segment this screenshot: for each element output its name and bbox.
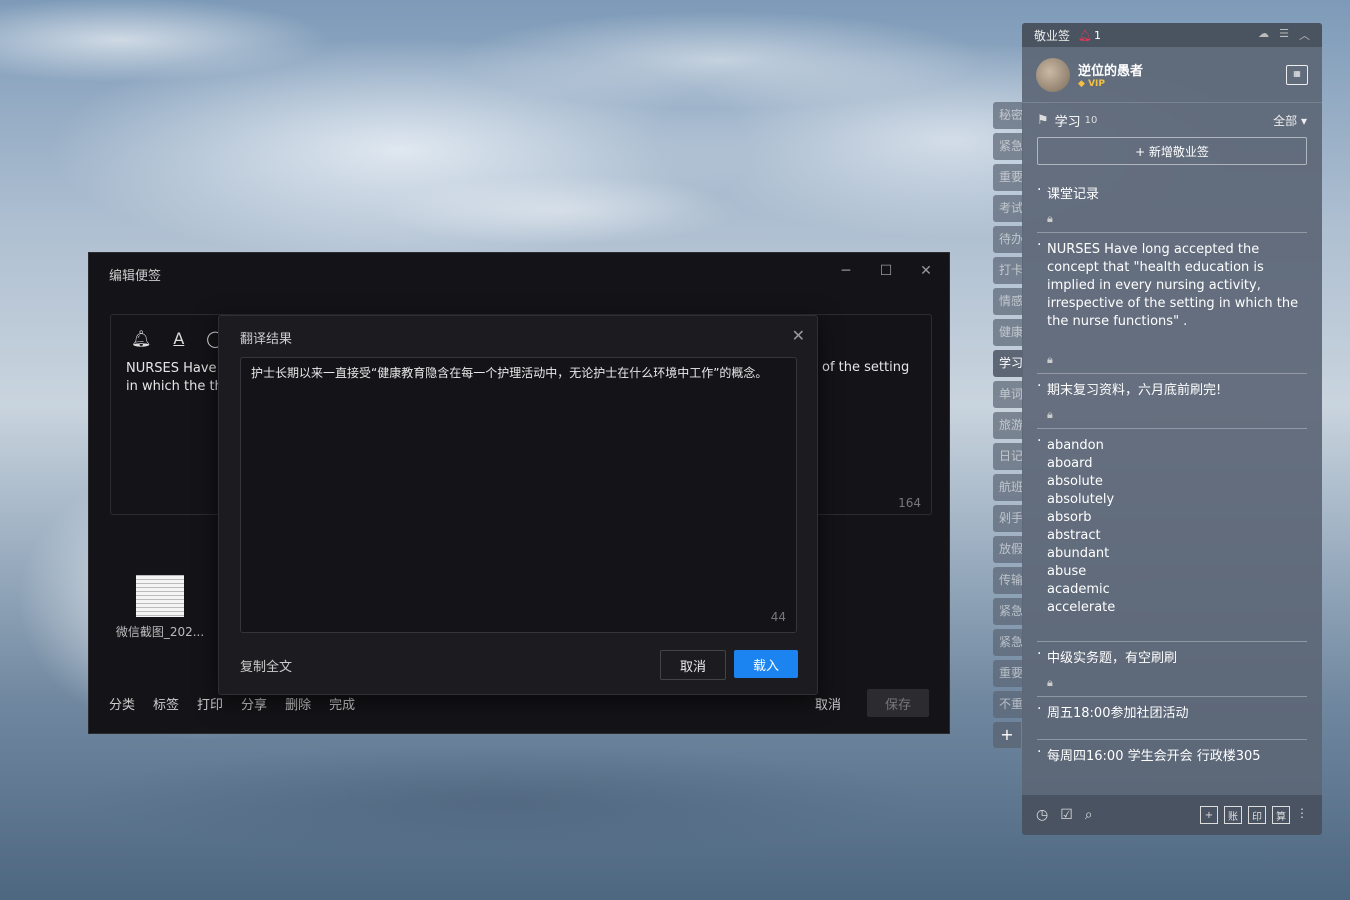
collapse-icon[interactable]: ︿ — [1299, 27, 1310, 43]
tab-category[interactable]: 不重 — [993, 691, 1023, 718]
tab-category[interactable]: 剁手 — [993, 505, 1023, 532]
close-icon[interactable]: ✕ — [915, 263, 937, 279]
tab-category[interactable]: 健康 — [993, 319, 1023, 346]
note-title: 中级实务题，有空刷刷 — [1047, 651, 1178, 666]
note-panel: 敬业签 🔔︎ 1 ☁ ☰ ︿ 逆位的愚者 ◆ VIP ▦ ⚑ 学习 10 全部 ▾… — [1022, 23, 1322, 835]
note-title: NURSES Have long accepted the concept th… — [1047, 242, 1299, 329]
translation-dialog: 翻译结果 ✕ 护士长期以来一直接受“健康教育隐含在每一个护理活动中，无论护士在什… — [218, 315, 818, 695]
lock-icon: 🔒︎ — [1047, 676, 1053, 689]
list-item[interactable]: 课堂记录 🔒︎ — [1037, 178, 1307, 233]
share-button[interactable]: 分享 — [241, 694, 267, 713]
window-controls: ─ ☐ ✕ — [835, 263, 937, 279]
list-item[interactable]: NURSES Have long accepted the concept th… — [1037, 233, 1307, 374]
calendar-icon[interactable]: ▦ — [1286, 64, 1308, 85]
tab-category[interactable]: 紧急 — [993, 629, 1023, 656]
note-title: 期末复习资料，六月底前刷完! — [1047, 383, 1222, 398]
category-tabs: 秘密 紧急 重要 考试 待办 打卡 情感 健康 学习 单词 旅游 日记 航班 剁… — [993, 102, 1023, 748]
username[interactable]: 逆位的愚者 — [1078, 60, 1143, 79]
avatar[interactable] — [1036, 57, 1070, 92]
translation-textarea[interactable]: 护士长期以来一直接受“健康教育隐含在每一个护理活动中，无论护士在什么环境中工作”… — [240, 357, 797, 633]
list-item[interactable]: 每周四16:00 学生会开会 行政楼305 — [1037, 740, 1307, 772]
close-icon[interactable]: ✕ — [792, 326, 805, 345]
print-button[interactable]: 打印 — [197, 694, 223, 713]
vip-badge: ◆ VIP — [1078, 79, 1105, 89]
bell-icon[interactable]: 🔔︎ — [131, 329, 151, 348]
lock-icon: 🔒︎ — [1047, 408, 1053, 421]
clock-icon[interactable]: ◷ — [1036, 807, 1048, 823]
tab-category[interactable]: 放假 — [993, 536, 1023, 563]
reminder-icon[interactable]: 🔔︎ 1 — [1078, 29, 1101, 42]
note-title: abandon aboard absolute absolutely absor… — [1047, 438, 1116, 615]
category-header: ⚑ 学习 10 全部 ▾ — [1022, 103, 1322, 137]
save-button[interactable]: 保存 — [867, 689, 929, 717]
menu-icon[interactable]: ☰ — [1279, 27, 1289, 43]
dialog-title: 翻译结果 — [240, 332, 293, 347]
app-name: 敬业签 — [1034, 28, 1071, 43]
search-icon[interactable]: ⌕ — [1085, 807, 1093, 823]
tab-category[interactable]: 打卡 — [993, 257, 1023, 284]
note-title: 课堂记录 — [1047, 187, 1100, 202]
dialog-cancel-button[interactable]: 取消 — [660, 650, 726, 680]
list-item[interactable]: abandon aboard absolute absolutely absor… — [1037, 429, 1307, 642]
delete-button[interactable]: 删除 — [285, 694, 311, 713]
panel-header: 敬业签 🔔︎ 1 ☁ ☰ ︿ — [1022, 23, 1322, 47]
list-item[interactable]: 中级实务题，有空刷刷 🔒︎ — [1037, 642, 1307, 697]
cancel-button[interactable]: 取消 — [815, 694, 841, 713]
add-note-button[interactable]: + 新增敬业签 — [1037, 137, 1307, 165]
checklist-icon[interactable]: ☑ — [1060, 807, 1073, 823]
note-title: 周五18:00参加社团活动 — [1047, 706, 1189, 721]
list-item[interactable]: 期末复习资料，六月底前刷完! 🔒︎ — [1037, 374, 1307, 429]
tab-category[interactable]: 紧急 — [993, 133, 1023, 160]
category-button[interactable]: 分类 — [109, 694, 135, 713]
list-item[interactable]: 周五18:00参加社团活动 — [1037, 697, 1307, 740]
font-color-icon[interactable]: A — [173, 329, 184, 348]
tab-category[interactable]: 重要 — [993, 660, 1023, 687]
load-button[interactable]: 载入 — [734, 650, 798, 678]
maximize-icon[interactable]: ☐ — [875, 263, 897, 279]
more-icon[interactable]: ⋮ — [1296, 806, 1308, 824]
ledger-icon[interactable]: 账 — [1224, 806, 1242, 824]
cloud-sync-icon[interactable]: ☁ — [1258, 27, 1269, 43]
tab-category[interactable]: 情感 — [993, 288, 1023, 315]
category-count: 10 — [1084, 114, 1098, 126]
tab-category[interactable]: 传输 — [993, 567, 1023, 594]
add-icon[interactable]: + — [1200, 806, 1218, 824]
tab-category[interactable]: 旅游 — [993, 412, 1023, 439]
note-list: 课堂记录 🔒︎ NURSES Have long accepted the co… — [1022, 178, 1322, 795]
note-title: 每周四16:00 学生会开会 行政楼305 — [1047, 749, 1261, 764]
lock-icon: 🔒︎ — [1047, 353, 1053, 366]
format-toolbar: 🔔︎ A ◯ — [131, 329, 224, 348]
note-text-tail: of the setting — [822, 360, 910, 375]
minimize-icon[interactable]: ─ — [835, 263, 857, 279]
attachment-name: 微信截图_202... — [115, 625, 205, 639]
category-name: 学习 — [1054, 114, 1081, 130]
tab-category[interactable]: 重要 — [993, 164, 1023, 191]
complete-button[interactable]: 完成 — [329, 694, 355, 713]
tab-category[interactable]: 紧急 — [993, 598, 1023, 625]
copy-all-button[interactable]: 复制全文 — [240, 656, 292, 675]
calculator-icon[interactable]: 算 — [1272, 806, 1290, 824]
stamp-icon[interactable]: 印 — [1248, 806, 1266, 824]
tab-category[interactable]: 单词 — [993, 381, 1023, 408]
tab-category[interactable]: 航班 — [993, 474, 1023, 501]
tab-category[interactable]: 待办 — [993, 226, 1023, 253]
bookmark-icon: ⚑ — [1037, 112, 1049, 128]
translation-char-count: 44 — [770, 610, 786, 624]
add-category-button[interactable]: + — [993, 722, 1021, 748]
panel-footer: ◷ ☑ ⌕ + 账 印 算 ⋮ — [1022, 795, 1322, 835]
lock-icon: 🔒︎ — [1047, 212, 1053, 225]
reminder-count: 1 — [1093, 28, 1101, 42]
tab-category[interactable]: 秘密 — [993, 102, 1023, 129]
tab-category-active[interactable]: 学习 — [993, 350, 1023, 377]
translation-text: 护士长期以来一直接受“健康教育隐含在每一个护理活动中，无论护士在什么环境中工作”… — [251, 366, 768, 380]
tab-category[interactable]: 日记 — [993, 443, 1023, 470]
window-title: 编辑便签 — [109, 268, 162, 284]
filter-dropdown[interactable]: 全部 ▾ — [1273, 112, 1307, 129]
attachment[interactable]: 微信截图_202... — [115, 575, 205, 640]
attachment-thumbnail — [136, 575, 184, 617]
tab-category[interactable]: 考试 — [993, 195, 1023, 222]
char-count: 164 — [898, 496, 921, 510]
user-bar: 逆位的愚者 ◆ VIP ▦ — [1022, 47, 1322, 103]
tag-button[interactable]: 标签 — [153, 694, 179, 713]
